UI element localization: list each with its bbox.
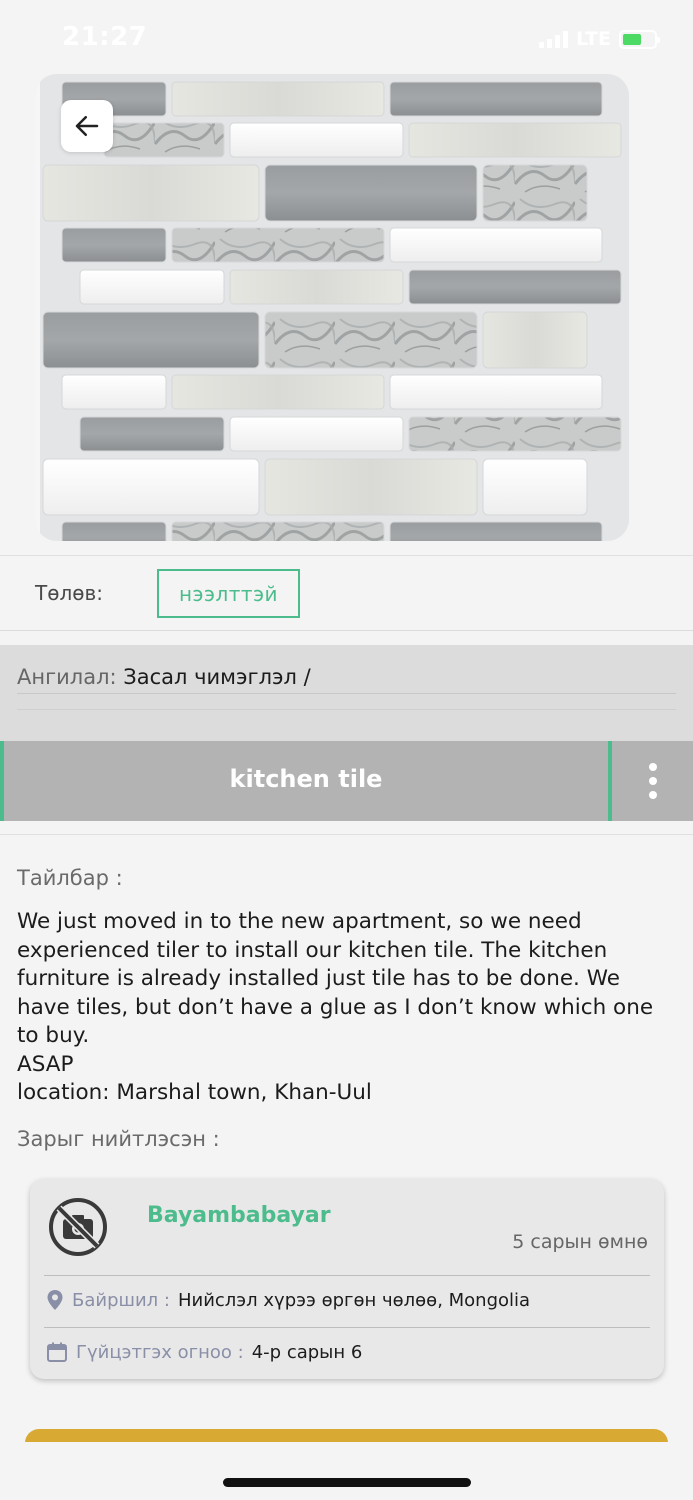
location-value: Нийслэл хүрээ өргөн чөлөө, Mongolia xyxy=(177,1289,531,1311)
deadline-value: 4-р сарын 6 xyxy=(251,1341,363,1363)
description-text: We just moved in to the new apartment, s… xyxy=(17,909,654,1105)
status-badge: нээлттэй xyxy=(157,569,300,618)
divider xyxy=(17,693,676,694)
bottom-safe-area xyxy=(0,1442,693,1500)
status-bar: 21:27 LTE xyxy=(0,0,693,76)
posted-time: 5 сарын өмнө xyxy=(512,1231,648,1253)
category-value: Засал чимэглэл / xyxy=(123,665,311,689)
back-button[interactable] xyxy=(61,100,113,152)
listing-title: kitchen tile xyxy=(229,765,383,793)
arrow-left-icon xyxy=(75,116,99,136)
location-label: Байршил : xyxy=(72,1289,170,1311)
description-label: Тайлбар : xyxy=(17,866,123,890)
category-block: Ангилал: Засал чимэглэл / xyxy=(0,645,693,742)
divider xyxy=(44,1275,650,1276)
poster-label: Зарыг нийтлэсэн : xyxy=(17,1127,220,1151)
battery-icon xyxy=(619,29,660,49)
more-options-button[interactable] xyxy=(612,741,693,821)
location-row: Байршил : Нийслэл хүрээ өргөн чөлөө, Mon… xyxy=(46,1289,530,1311)
home-indicator[interactable] xyxy=(223,1478,471,1487)
no-photo-icon xyxy=(49,1198,107,1256)
poster-name[interactable]: Bayambabayar xyxy=(147,1203,331,1228)
network-type: LTE xyxy=(576,28,611,50)
more-vertical-icon xyxy=(648,763,657,771)
signal-icon xyxy=(539,30,569,48)
listing-image xyxy=(35,74,629,541)
divider xyxy=(0,834,693,835)
category-label: Ангилал: xyxy=(17,665,117,689)
status-label: Төлөв: xyxy=(35,581,103,605)
category-line: Ангилал: Засал чимэглэл / xyxy=(17,665,311,689)
avatar xyxy=(48,1197,108,1257)
map-pin-icon xyxy=(47,1290,63,1310)
calendar-icon xyxy=(47,1342,67,1362)
status-indicators: LTE xyxy=(539,28,660,50)
divider xyxy=(17,709,676,710)
divider xyxy=(44,1327,650,1328)
listing-status-row: Төлөв: нээлттэй xyxy=(0,555,693,631)
status-time: 21:27 xyxy=(62,22,148,52)
deadline-row: Гүйцэтгэх огноо : 4-р сарын 6 xyxy=(46,1341,362,1363)
title-bar: kitchen tile xyxy=(0,741,693,821)
deadline-label: Гүйцэтгэх огноо : xyxy=(76,1341,244,1363)
poster-card[interactable]: Bayambabayar 5 сарын өмнө Байршил : Нийс… xyxy=(30,1179,664,1379)
